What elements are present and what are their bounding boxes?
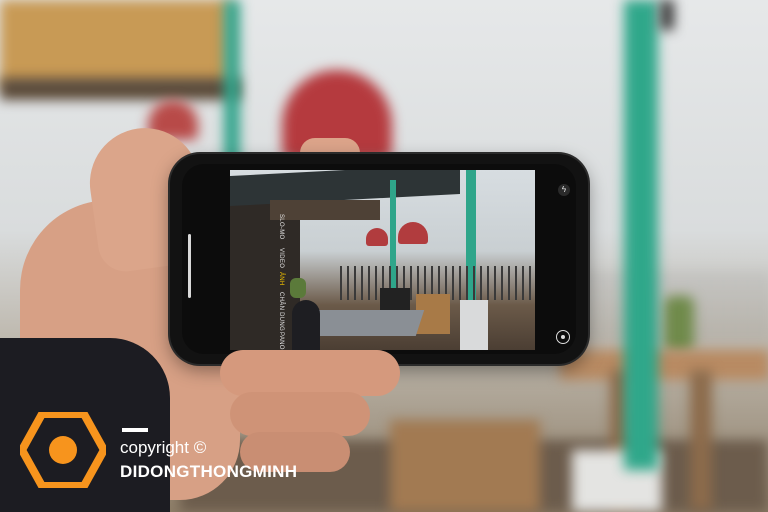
viewfinder-lamp <box>366 228 388 246</box>
blurred-pillar-right <box>624 0 658 470</box>
hand-finger <box>230 392 370 436</box>
watermark-copyright: copyright © <box>120 438 207 457</box>
blurred-table <box>560 350 768 380</box>
viewfinder-plant <box>290 278 306 298</box>
blurred-pillar-cap <box>660 0 674 30</box>
blurred-deck-beam <box>0 78 240 100</box>
phone-screen: ⟳ SLO-MO VIDEO ẢNH CHÂN DUNG PANO ϟ <box>182 164 576 354</box>
camera-mode-list: SLO-MO VIDEO ẢNH CHÂN DUNG PANO <box>264 214 284 354</box>
mode-photo[interactable]: ẢNH <box>264 272 284 286</box>
flash-icon[interactable]: ϟ <box>558 184 570 196</box>
zoom-indicator <box>188 234 191 298</box>
blurred-table-leg <box>690 370 712 510</box>
mode-portrait[interactable]: CHÂN DUNG <box>264 292 284 331</box>
viewfinder-lamp <box>398 222 428 244</box>
hexagon-logo <box>20 412 106 488</box>
mode-slo-mo[interactable]: SLO-MO <box>264 214 284 239</box>
smartphone: ⟳ SLO-MO VIDEO ẢNH CHÂN DUNG PANO ϟ <box>170 154 588 364</box>
viewfinder-person <box>292 300 320 350</box>
mode-pano[interactable]: PANO <box>264 332 284 350</box>
watermark-brand: DIDONGTHONGMINH <box>120 462 298 481</box>
hand-finger <box>220 350 400 396</box>
watermark-bar <box>122 428 148 432</box>
viewfinder-deck <box>270 200 380 220</box>
blurred-deck <box>0 0 230 88</box>
live-photo-icon[interactable] <box>556 330 570 344</box>
blurred-chair <box>390 420 540 512</box>
blurred-plant <box>664 296 694 352</box>
mode-video[interactable]: VIDEO <box>264 248 284 268</box>
viewfinder-post <box>460 300 488 350</box>
viewfinder-table <box>305 310 425 336</box>
